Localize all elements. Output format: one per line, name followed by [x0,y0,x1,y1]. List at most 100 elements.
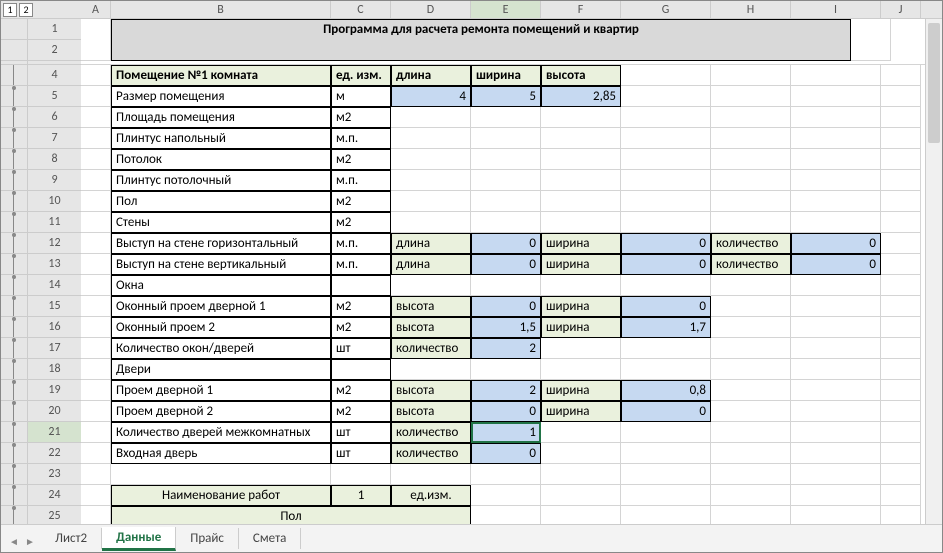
col-header-F[interactable]: F [541,1,621,18]
cell-F15[interactable]: ширина [541,296,621,317]
col-header-G[interactable]: G [621,1,711,18]
cell-C12[interactable]: м.п. [331,233,391,254]
cell-B8[interactable]: Потолок [111,149,331,170]
cell-E16[interactable]: 1,5 [471,317,541,338]
cell-E22[interactable]: 0 [471,443,541,464]
row-header-2[interactable]: 2 [27,40,81,60]
cell-C24[interactable]: 1 [331,485,391,506]
row-header-25[interactable]: 25 [27,506,81,526]
row-header-9[interactable]: 9 [27,170,81,190]
cell-D4[interactable]: длина [391,65,471,86]
cell-B12[interactable]: Выступ на стене горизонтальный [111,233,331,254]
row-header-12[interactable]: 12 [27,233,81,253]
cell-B16[interactable]: Оконный проем 2 [111,317,331,338]
cell-B5[interactable]: Размер помещения [111,86,331,107]
cell-C10[interactable]: м2 [331,191,391,212]
cell-B14[interactable]: Окна [111,275,331,296]
cell-C15[interactable]: м2 [331,296,391,317]
outline-level-2[interactable]: 2 [19,3,33,17]
cell-D13[interactable]: длина [391,254,471,275]
cell-G16[interactable]: 1,7 [621,317,711,338]
row-header-15[interactable]: 15 [27,296,81,316]
row-header-18[interactable]: 18 [27,359,81,379]
cell-D17[interactable]: количество [391,338,471,359]
cell-B21[interactable]: Количество дверей межкомнатных [111,422,331,443]
cell-F20[interactable]: ширина [541,401,621,422]
cell-D24[interactable]: ед.изм. [391,485,471,506]
title-cell[interactable]: Программа для расчета ремонта помещений … [111,19,851,61]
cell-H13[interactable]: количество [711,254,791,275]
tab-next-icon[interactable]: ► [23,534,37,548]
row-header-5[interactable]: 5 [27,86,81,106]
cell-F16[interactable]: ширина [541,317,621,338]
cell-D15[interactable]: высота [391,296,471,317]
row-header-16[interactable]: 16 [27,317,81,337]
cell-C7[interactable]: м.п. [331,128,391,149]
col-header-A[interactable]: A [81,1,111,18]
col-header-D[interactable]: D [391,1,471,18]
row-header-13[interactable]: 13 [27,254,81,274]
cell-D21[interactable]: количество [391,422,471,443]
col-header-J[interactable]: J [881,1,921,18]
cell-C4[interactable]: ед. изм. [331,65,391,86]
cell-B17[interactable]: Количество окон/дверей [111,338,331,359]
cell-E20[interactable]: 0 [471,401,541,422]
cell-C5[interactable]: м [331,86,391,107]
outline-level-1[interactable]: 1 [3,3,17,17]
cell-C17[interactable]: шт [331,338,391,359]
cell-G20[interactable]: 0 [621,401,711,422]
cell-B7[interactable]: Плинтус напольный [111,128,331,149]
cell-G19[interactable]: 0,8 [621,380,711,401]
row-header-11[interactable]: 11 [27,212,81,232]
row-header-24[interactable]: 24 [27,485,81,505]
cell-B19[interactable]: Проем дверной 1 [111,380,331,401]
cell-D20[interactable]: высота [391,401,471,422]
cell-B15[interactable]: Оконный проем дверной 1 [111,296,331,317]
row-header-10[interactable]: 10 [27,191,81,211]
vertical-scrollbar[interactable] [925,19,942,524]
cell-F19[interactable]: ширина [541,380,621,401]
cell-D22[interactable]: количество [391,443,471,464]
cell-E4[interactable]: ширина [471,65,541,86]
row-header-7[interactable]: 7 [27,128,81,148]
cell-C6[interactable]: м2 [331,107,391,128]
col-header-E[interactable]: E [471,1,541,18]
tab-sheet-4[interactable]: Смета [239,528,301,549]
cell-H12[interactable]: количество [711,233,791,254]
cell-C16[interactable]: м2 [331,317,391,338]
cell-F12[interactable]: ширина [541,233,621,254]
cell-C20[interactable]: м2 [331,401,391,422]
col-header-C[interactable]: C [331,1,391,18]
col-header-H[interactable]: H [711,1,791,18]
row-header-14[interactable]: 14 [27,275,81,295]
cell-D12[interactable]: длина [391,233,471,254]
cell-I12[interactable]: 0 [791,233,881,254]
cell-D19[interactable]: высота [391,380,471,401]
grid[interactable]: Программа для расчета ремонта помещений … [81,19,942,527]
cell-D16[interactable]: высота [391,317,471,338]
col-header-I[interactable]: I [791,1,881,18]
tab-sheet-active[interactable]: Данные [102,527,176,551]
row-header-19[interactable]: 19 [27,380,81,400]
row-header-6[interactable]: 6 [27,107,81,127]
cell-B4[interactable]: Помещение №1 комната [111,65,331,86]
cell-B13[interactable]: Выступ на стене вертикальный [111,254,331,275]
cell-E12[interactable]: 0 [471,233,541,254]
tab-sheet-1[interactable]: Лист2 [41,528,102,549]
cell-B9[interactable]: Плинтус потолочный [111,170,331,191]
cell-C19[interactable]: м2 [331,380,391,401]
cell-E17[interactable]: 2 [471,338,541,359]
cell-B18[interactable]: Двери [111,359,331,380]
row-header-21[interactable]: 21 [27,422,81,442]
cell-G15[interactable]: 0 [621,296,711,317]
cell-B20[interactable]: Проем дверной 2 [111,401,331,422]
cell-E5[interactable]: 5 [471,86,541,107]
cell-E21-active[interactable]: 1 [471,422,541,443]
cell-C13[interactable]: м.п. [331,254,391,275]
row-header-22[interactable]: 22 [27,443,81,463]
cell-B24[interactable]: Наименование работ [111,485,331,506]
tab-prev-icon[interactable]: ◄ [7,534,21,548]
cell-C21[interactable]: шт [331,422,391,443]
scroll-thumb[interactable] [928,23,940,143]
cell-B6[interactable]: Площадь помещения [111,107,331,128]
